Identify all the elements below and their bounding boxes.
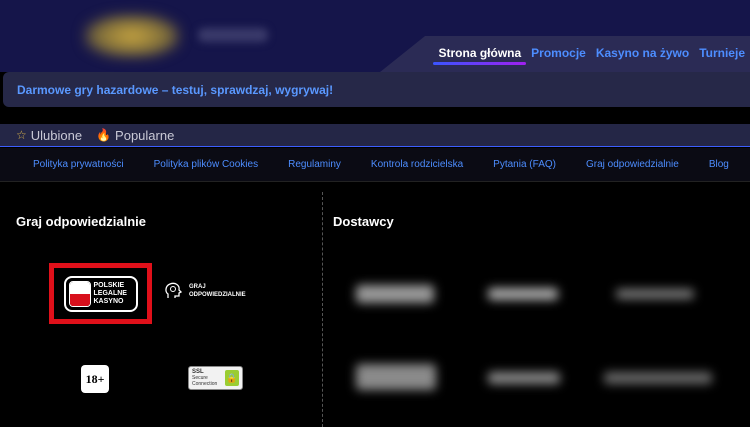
play-responsibly-badge[interactable]: GRAJ ODPOWIEDZIALNIE [162, 280, 246, 302]
head-brain-icon [165, 282, 183, 298]
link-responsible[interactable]: Graj odpowiedzialnie [586, 159, 679, 170]
provider-logo[interactable] [356, 285, 434, 303]
nav-promotions[interactable]: Promocje [526, 45, 591, 65]
nav-live-casino[interactable]: Kasyno na żywo [591, 45, 694, 65]
section-divider [322, 192, 323, 427]
main-nav: Strona główna Promocje Kasyno na żywo Tu… [433, 45, 750, 65]
poland-flag-icon [68, 280, 91, 307]
site-logo-text [198, 28, 268, 42]
providers-title: Dostawcy [333, 214, 394, 229]
pl-badge-line2: LEGALNE [93, 289, 127, 297]
link-terms[interactable]: Regulaminy [288, 159, 341, 170]
site-header: Strona główna Promocje Kasyno na żywo Tu… [0, 0, 750, 72]
age-18-badge: 18+ [81, 365, 109, 393]
star-icon: ☆ [16, 128, 27, 142]
polish-legal-casino-badge[interactable]: POLSKIE LEGALNE KASYNO [49, 263, 152, 324]
link-privacy[interactable]: Polityka prywatności [33, 159, 124, 170]
banner-text: Darmowe gry hazardowe – testuj, sprawdza… [17, 82, 334, 97]
graj-badge-line1: GRAJ [189, 284, 206, 290]
provider-logo[interactable] [604, 372, 712, 384]
site-logo[interactable] [84, 14, 180, 58]
ssl-line3: Connection [192, 381, 218, 387]
provider-logo[interactable] [488, 288, 558, 300]
provider-logo[interactable] [616, 289, 694, 299]
link-blog[interactable]: Blog [709, 159, 729, 170]
nav-home[interactable]: Strona główna [433, 45, 526, 65]
fire-icon: 🔥 [96, 128, 112, 142]
popular-button[interactable]: 🔥 Popularne [96, 128, 174, 143]
provider-logo[interactable] [488, 372, 560, 384]
pl-badge-line1: POLSKIE [93, 281, 125, 289]
link-faq[interactable]: Pytania (FAQ) [493, 159, 556, 170]
footer-links: Polityka prywatności Polityka plików Coo… [0, 148, 750, 182]
favorites-button[interactable]: ☆ Ulubione [16, 128, 82, 143]
promo-banner: Darmowe gry hazardowe – testuj, sprawdza… [3, 72, 750, 107]
nav-tournaments[interactable]: Turnieje [694, 45, 750, 65]
responsible-title: Graj odpowiedzialnie [16, 214, 147, 229]
graj-badge-line2: ODPOWIEDZIALNIE [189, 292, 246, 298]
provider-logo[interactable] [356, 364, 436, 390]
popular-label: Popularne [115, 127, 175, 143]
link-parental-control[interactable]: Kontrola rodzicielska [371, 159, 463, 170]
pl-badge-line3: KASYNO [93, 297, 124, 305]
quick-filters: ☆ Ulubione 🔥 Popularne [0, 124, 750, 147]
link-cookies[interactable]: Polityka plików Cookies [154, 159, 259, 170]
favorites-label: Ulubione [30, 127, 83, 143]
lock-icon: 🔒 [225, 370, 239, 386]
ssl-badge: SSL Secure Connection 🔒 [188, 366, 243, 390]
